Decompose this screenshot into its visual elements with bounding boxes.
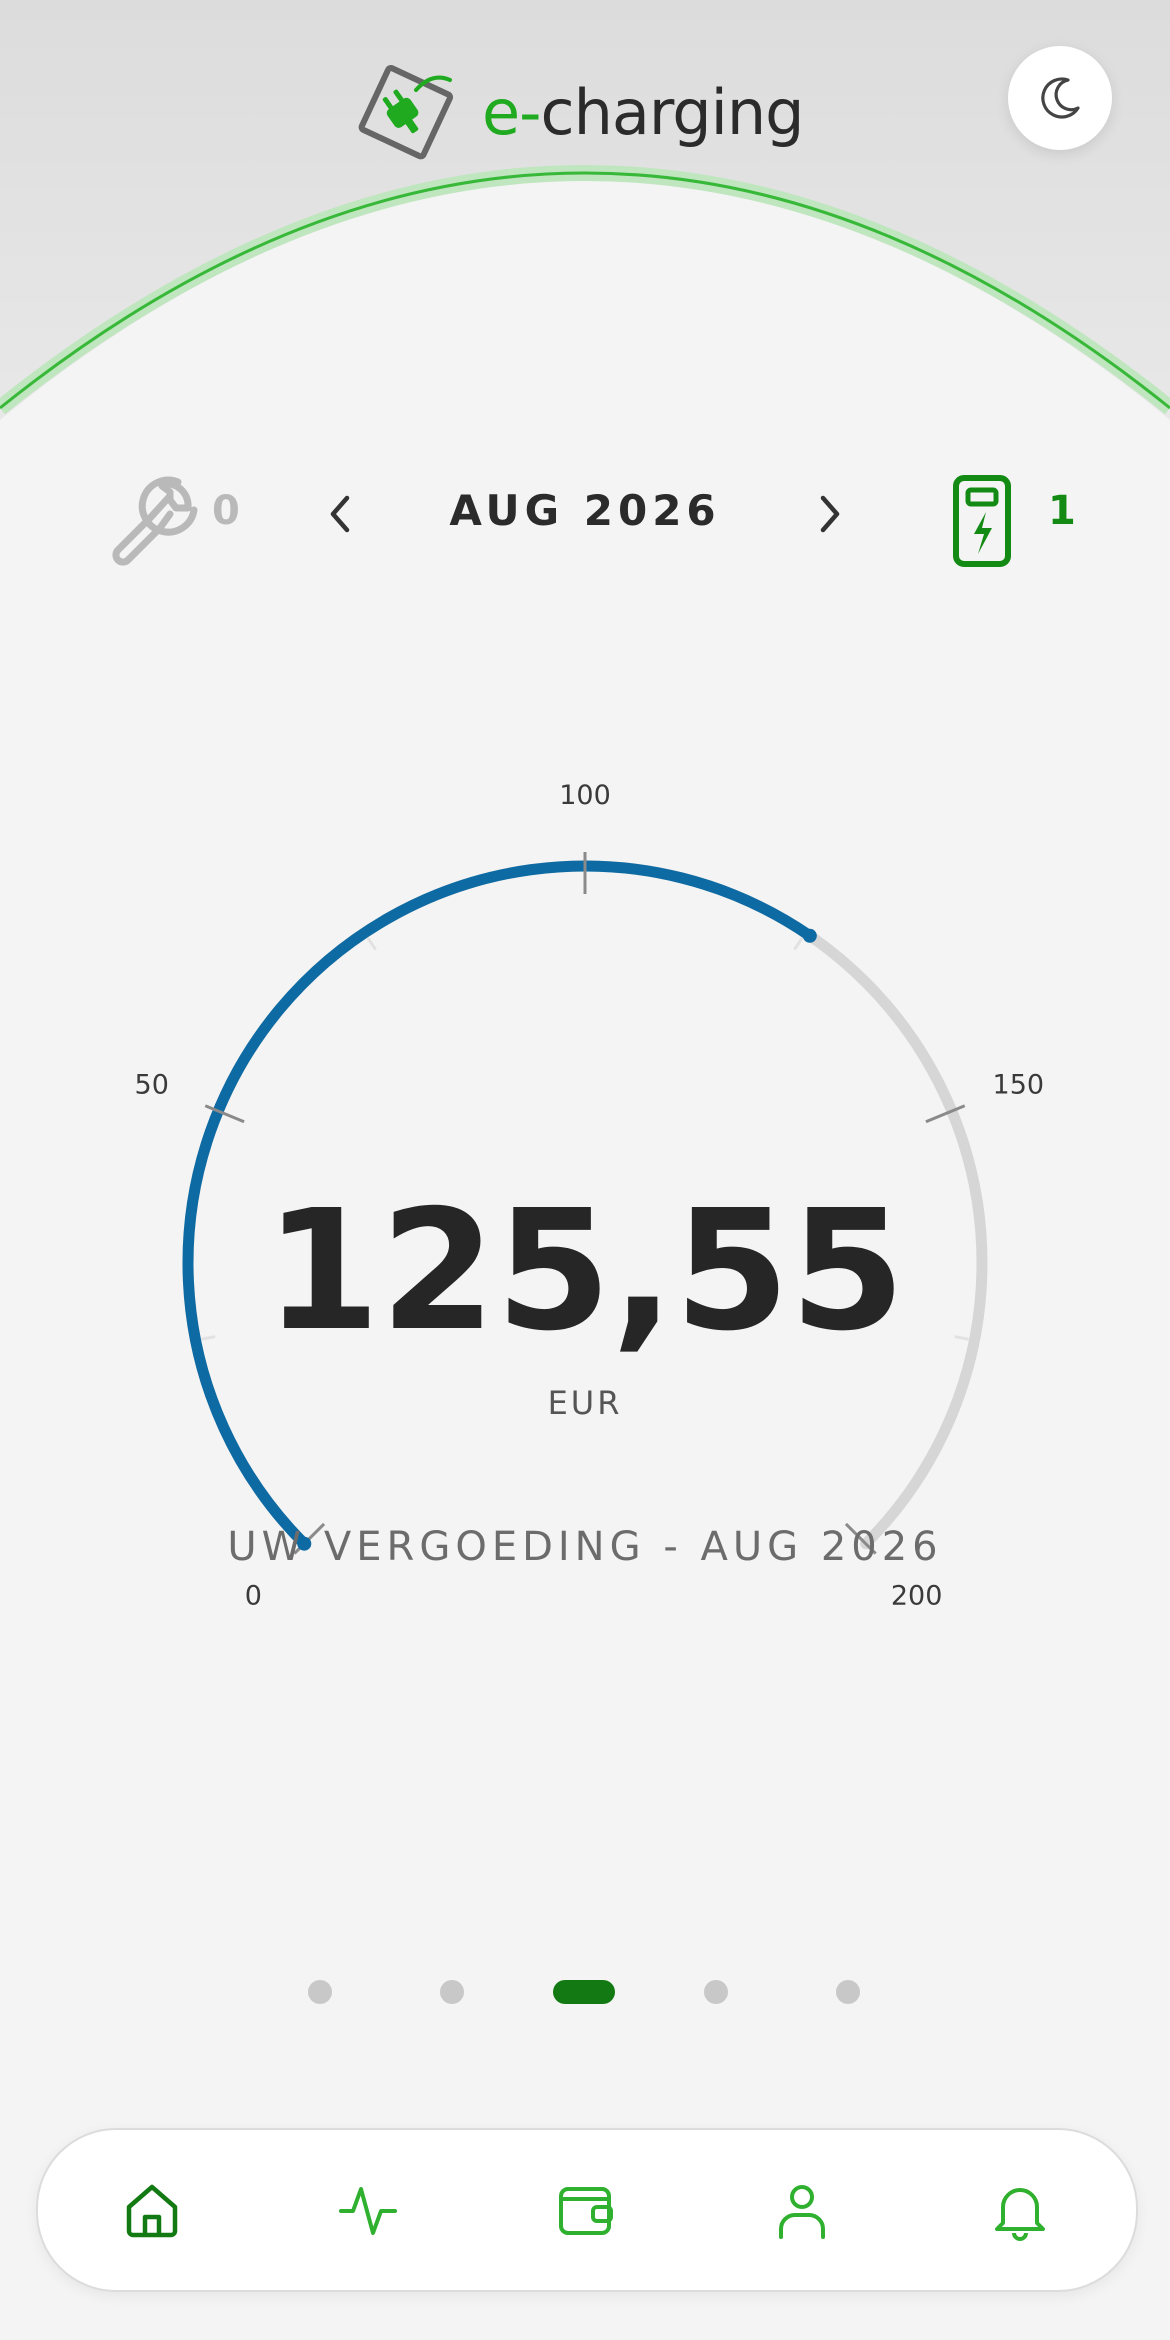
gauge-caption: UW VERGOEDING - AUG 2026 bbox=[227, 1524, 942, 1570]
period-stats-row: 0 AUG 2026 1 bbox=[0, 450, 1170, 570]
app-name: e-charging bbox=[482, 75, 805, 149]
bell-icon bbox=[995, 2188, 1045, 2241]
home-icon bbox=[126, 2184, 178, 2238]
gauge-end-cap bbox=[802, 928, 817, 943]
activity-icon bbox=[339, 2187, 397, 2235]
user-icon bbox=[779, 2185, 825, 2239]
app-name-suffix: charging bbox=[540, 75, 805, 149]
gauge-tick-label: 150 bbox=[993, 1070, 1045, 1101]
gauge-minor-tick bbox=[793, 937, 804, 951]
gauge-minor-tick bbox=[201, 1335, 216, 1341]
gauge-tick-label: 0 bbox=[245, 1581, 262, 1612]
gauge-minor-tick bbox=[954, 1335, 969, 1341]
page-dot[interactable] bbox=[704, 1980, 728, 2004]
nav-home[interactable] bbox=[112, 2170, 192, 2250]
wrench-icon[interactable] bbox=[100, 464, 204, 568]
theme-toggle-button[interactable] bbox=[1008, 46, 1112, 150]
page-dot[interactable] bbox=[836, 1980, 860, 2004]
nav-notifications[interactable] bbox=[980, 2170, 1060, 2250]
gauge-tick-label: 200 bbox=[891, 1581, 943, 1612]
wallet-icon bbox=[559, 2187, 613, 2235]
nav-wallet[interactable] bbox=[546, 2170, 626, 2250]
reimbursement-gauge: 0 50 100 150 200 125,55 EUR UW VERGOEDING - … bbox=[135, 780, 1045, 1612]
gauge-tick-label: 100 bbox=[559, 780, 611, 811]
page-dot[interactable] bbox=[553, 1980, 615, 2004]
moon-icon bbox=[1041, 77, 1080, 119]
nav-activity[interactable] bbox=[328, 2170, 408, 2250]
page-indicator bbox=[0, 1970, 1170, 2010]
charger-count: 1 bbox=[1048, 488, 1076, 534]
app-name-prefix: e- bbox=[482, 75, 542, 149]
charging-station-icon[interactable] bbox=[946, 460, 1018, 570]
gauge-minor-tick bbox=[366, 937, 377, 951]
app-logo: e-charging bbox=[350, 62, 805, 162]
period-label: AUG 2026 bbox=[449, 486, 721, 535]
page-dot[interactable] bbox=[308, 1980, 332, 2004]
bottom-navigation bbox=[36, 2128, 1138, 2292]
previous-month-button[interactable] bbox=[310, 484, 370, 544]
chevron-right-icon bbox=[820, 495, 840, 533]
chevron-left-icon bbox=[330, 495, 350, 533]
page-dot[interactable] bbox=[440, 1980, 464, 2004]
nav-profile[interactable] bbox=[762, 2170, 842, 2250]
maintenance-count: 0 bbox=[212, 488, 240, 534]
plug-card-icon bbox=[358, 64, 454, 160]
gauge-tick-label: 50 bbox=[135, 1070, 169, 1101]
gauge-unit: EUR bbox=[548, 1384, 623, 1422]
next-month-button[interactable] bbox=[800, 484, 860, 544]
gauge-value: 125,55 bbox=[265, 1175, 906, 1368]
